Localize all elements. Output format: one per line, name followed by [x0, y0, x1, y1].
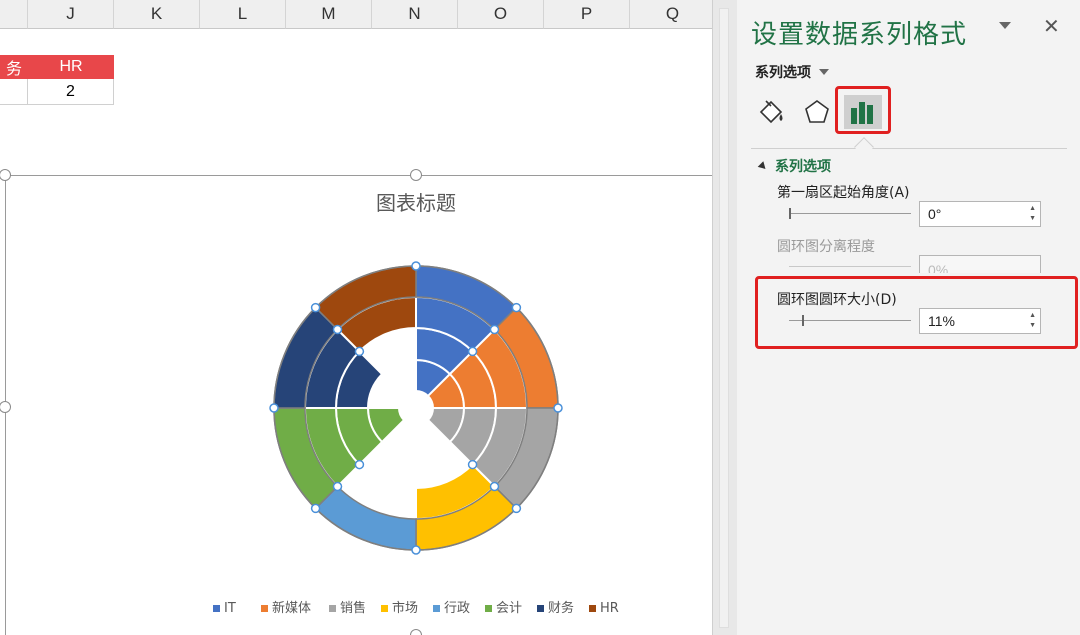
- series-selection-handle[interactable]: [310, 302, 321, 313]
- series-selection-handle[interactable]: [467, 459, 478, 470]
- series-selection-handle[interactable]: [310, 503, 321, 514]
- legend-swatch-会计[interactable]: [485, 605, 492, 612]
- series-selection-handle[interactable]: [354, 346, 365, 357]
- series-options-dropdown[interactable]: 系列选项: [755, 62, 829, 82]
- doughnut-hole-size-label: 圆环图圆环大小(D): [777, 292, 897, 308]
- series-options-dropdown-label: 系列选项: [755, 65, 811, 81]
- chevron-down-icon: [819, 69, 829, 75]
- series-selection-handle[interactable]: [553, 403, 563, 413]
- series-selection-handle[interactable]: [411, 261, 421, 271]
- legend-label-市场[interactable]: 市场: [392, 600, 418, 616]
- legend-label-行政[interactable]: 行政: [444, 601, 470, 616]
- doughnut-hole-size-value: 11%: [928, 313, 955, 329]
- first-slice-angle-slider-thumb[interactable]: [789, 208, 791, 219]
- doughnut-hole-size-slider[interactable]: [789, 320, 911, 321]
- column-header[interactable]: P: [544, 0, 630, 29]
- tab-separator: [751, 148, 1067, 149]
- doughnut-explosion-label: 圆环图分离程度: [777, 239, 875, 255]
- spinner-arrows-icon[interactable]: ▲ ▼: [1029, 204, 1036, 224]
- vertical-scrollbar[interactable]: [719, 8, 729, 628]
- chart-title[interactable]: 图表标题: [376, 191, 456, 215]
- series-selection-handle[interactable]: [489, 481, 500, 492]
- legend-swatch-IT[interactable]: [213, 605, 220, 612]
- series-selection-handle[interactable]: [354, 459, 365, 470]
- legend-swatch-销售[interactable]: [329, 605, 336, 612]
- doughnut-chart[interactable]: 图表标题 IT 新媒体 销售 市场 行政 会计 财务 HR: [6, 176, 712, 635]
- legend-label-新媒体[interactable]: 新媒体: [272, 600, 311, 616]
- collapse-triangle-icon: [757, 160, 769, 172]
- first-slice-angle-label: 第一扇区起始角度(A): [777, 185, 910, 201]
- table-cell-hr-value[interactable]: 2: [28, 79, 114, 105]
- column-header[interactable]: Q: [630, 0, 712, 29]
- table-header-left[interactable]: 务: [0, 55, 28, 79]
- series-selection-handle[interactable]: [332, 324, 343, 335]
- close-icon[interactable]: ✕: [1043, 14, 1060, 38]
- doughnut-explosion-value: 0%: [928, 261, 949, 274]
- series-selection-handle[interactable]: [511, 302, 522, 313]
- pane-title: 设置数据系列格式: [751, 20, 968, 50]
- chart-resize-handle-bottom[interactable]: [410, 629, 422, 635]
- spinner-arrows-icon[interactable]: ▲ ▼: [1029, 311, 1036, 331]
- column-header[interactable]: J: [28, 0, 114, 29]
- legend-swatch-财务[interactable]: [537, 605, 544, 612]
- column-header[interactable]: O: [458, 0, 544, 29]
- tab-pointer-notch: [854, 137, 874, 157]
- table-header-hr[interactable]: HR: [28, 55, 114, 79]
- pane-splitter[interactable]: [712, 0, 737, 635]
- legend-swatch-市场[interactable]: [381, 605, 388, 612]
- legend-label-HR[interactable]: HR: [600, 601, 619, 616]
- first-slice-angle-value: 0°: [928, 206, 942, 222]
- legend-label-会计[interactable]: 会计: [496, 601, 522, 616]
- doughnut-hole-size-input[interactable]: 11% ▲ ▼: [919, 308, 1041, 334]
- legend-swatch-新媒体[interactable]: [261, 605, 268, 612]
- series-selection-handle[interactable]: [511, 503, 522, 514]
- pane-options-caret-icon[interactable]: [999, 22, 1011, 29]
- first-slice-angle-slider[interactable]: [789, 213, 911, 214]
- series-selection-handle[interactable]: [411, 545, 421, 555]
- series-selection-handle[interactable]: [332, 481, 343, 492]
- column-header[interactable]: L: [200, 0, 286, 29]
- spreadsheet-area[interactable]: JKLMNOPQ 务 HR 2 图表标题 IT 新媒体 销售 市场 行政 会计 财务 HR: [0, 0, 712, 635]
- column-header[interactable]: K: [114, 0, 200, 29]
- legend-label-IT[interactable]: IT: [224, 601, 236, 616]
- legend-label-财务[interactable]: 财务: [548, 600, 574, 616]
- legend-swatch-行政[interactable]: [433, 605, 440, 612]
- doughnut-explosion-slider: [789, 266, 911, 267]
- legend-label-销售[interactable]: 销售: [340, 600, 366, 616]
- doughnut-hole-size-slider-thumb[interactable]: [802, 315, 805, 326]
- series-selection-handle[interactable]: [269, 403, 279, 413]
- column-header[interactable]: N: [372, 0, 458, 29]
- format-data-series-pane: 设置数据系列格式 ✕ 系列选项 系列选项 第一扇区起始角度(A) 0° ▲ ▼ 圆…: [737, 0, 1080, 635]
- first-slice-angle-input[interactable]: 0° ▲ ▼: [919, 201, 1041, 227]
- doughnut-explosion-input: 0%: [919, 255, 1041, 273]
- legend-swatch-HR[interactable]: [589, 605, 596, 612]
- column-header[interactable]: [0, 0, 28, 29]
- table-cell-left[interactable]: [0, 79, 28, 105]
- section-series-options[interactable]: 系列选项: [757, 156, 831, 176]
- series-selection-handle[interactable]: [467, 346, 478, 357]
- column-header[interactable]: M: [286, 0, 372, 29]
- series-selection-handle[interactable]: [489, 324, 500, 335]
- fill-line-tab-icon[interactable]: [755, 96, 787, 128]
- series-options-tab-highlight: [835, 86, 891, 134]
- chart-area[interactable]: 图表标题 IT 新媒体 销售 市场 行政 会计 财务 HR: [5, 175, 712, 635]
- effects-tab-icon[interactable]: [801, 96, 833, 128]
- chart-resize-handle-top[interactable]: [410, 169, 422, 181]
- section-series-options-label: 系列选项: [775, 159, 831, 175]
